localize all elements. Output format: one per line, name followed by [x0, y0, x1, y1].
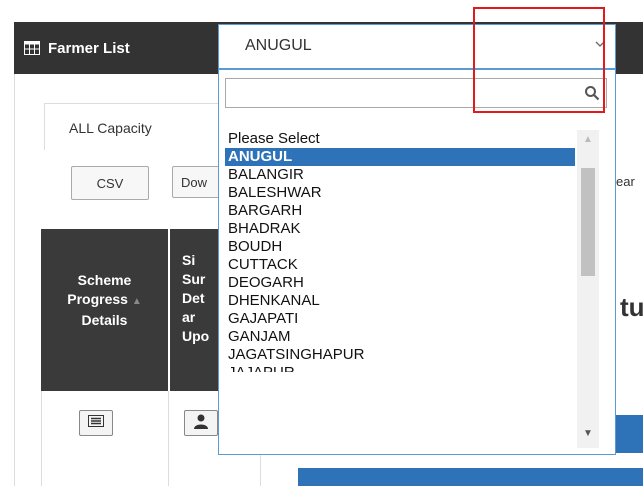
option-jagatsinghapur[interactable]: JAGATSINGHAPUR [225, 346, 575, 364]
district-dropdown: Please Select ANUGUL BALANGIR BALESHWAR … [218, 69, 616, 455]
column-header-scheme-progress[interactable]: Scheme Progress ▲ Details [41, 229, 168, 391]
column-header-line: Scheme [77, 272, 132, 288]
option-please-select[interactable]: Please Select [225, 130, 575, 148]
clipped-heading-text: tu [620, 292, 643, 322]
page-title: Farmer List [48, 39, 130, 57]
scheme-details-button[interactable] [79, 410, 113, 436]
option-balangir[interactable]: BALANGIR [225, 166, 575, 184]
column-header-line: Upo [182, 328, 210, 344]
user-icon [193, 413, 209, 434]
table-divider [168, 391, 169, 486]
survey-upload-button[interactable] [184, 410, 218, 436]
option-baleshwar[interactable]: BALESHWAR [225, 184, 575, 202]
option-jajapur[interactable]: JAJAPUR [225, 364, 575, 372]
annotation-highlight-box [473, 7, 605, 113]
scrollbar-thumb[interactable] [581, 168, 595, 276]
option-deogarh[interactable]: DEOGARH [225, 274, 575, 292]
table-divider [41, 391, 42, 486]
header-title-group: Farmer List [24, 22, 130, 74]
table-icon [24, 41, 40, 55]
option-cuttack[interactable]: CUTTACK [225, 256, 575, 274]
select-value: ANUGUL [245, 37, 312, 54]
option-gajapati[interactable]: GAJAPATI [225, 310, 575, 328]
column-header-site-survey[interactable]: Si Sur Det ar Upo [170, 229, 219, 391]
column-header-line: Det [182, 290, 205, 306]
tab-all-capacity[interactable]: ALL Capacity [44, 103, 226, 150]
dropdown-scrollbar[interactable]: ▲ ▼ [577, 130, 599, 448]
status-bar[interactable] [298, 468, 643, 486]
list-icon [88, 414, 104, 432]
option-bhadrak[interactable]: BHADRAK [225, 220, 575, 238]
option-bargarh[interactable]: BARGARH [225, 202, 575, 220]
column-header-line: ar [182, 309, 196, 325]
scroll-down-icon[interactable]: ▼ [577, 428, 599, 444]
csv-button[interactable]: CSV [71, 166, 149, 200]
option-anugul[interactable]: ANUGUL [225, 148, 575, 166]
option-ganjam[interactable]: GANJAM [225, 328, 575, 346]
sort-icon: ▲ [131, 296, 142, 307]
scroll-up-icon[interactable]: ▲ [577, 134, 599, 150]
column-header-line: Si [182, 252, 196, 268]
tab-label: ALL Capacity [69, 120, 152, 136]
column-header-line: Sur [182, 271, 206, 287]
column-header-line: Progress [67, 291, 128, 307]
option-dhenkanal[interactable]: DHENKANAL [225, 292, 575, 310]
option-boudh[interactable]: BOUDH [225, 238, 575, 256]
clipped-button-text: ear [616, 174, 635, 189]
column-header-line: Details [81, 312, 128, 328]
option-list: Please Select ANUGUL BALANGIR BALESHWAR … [225, 130, 575, 372]
